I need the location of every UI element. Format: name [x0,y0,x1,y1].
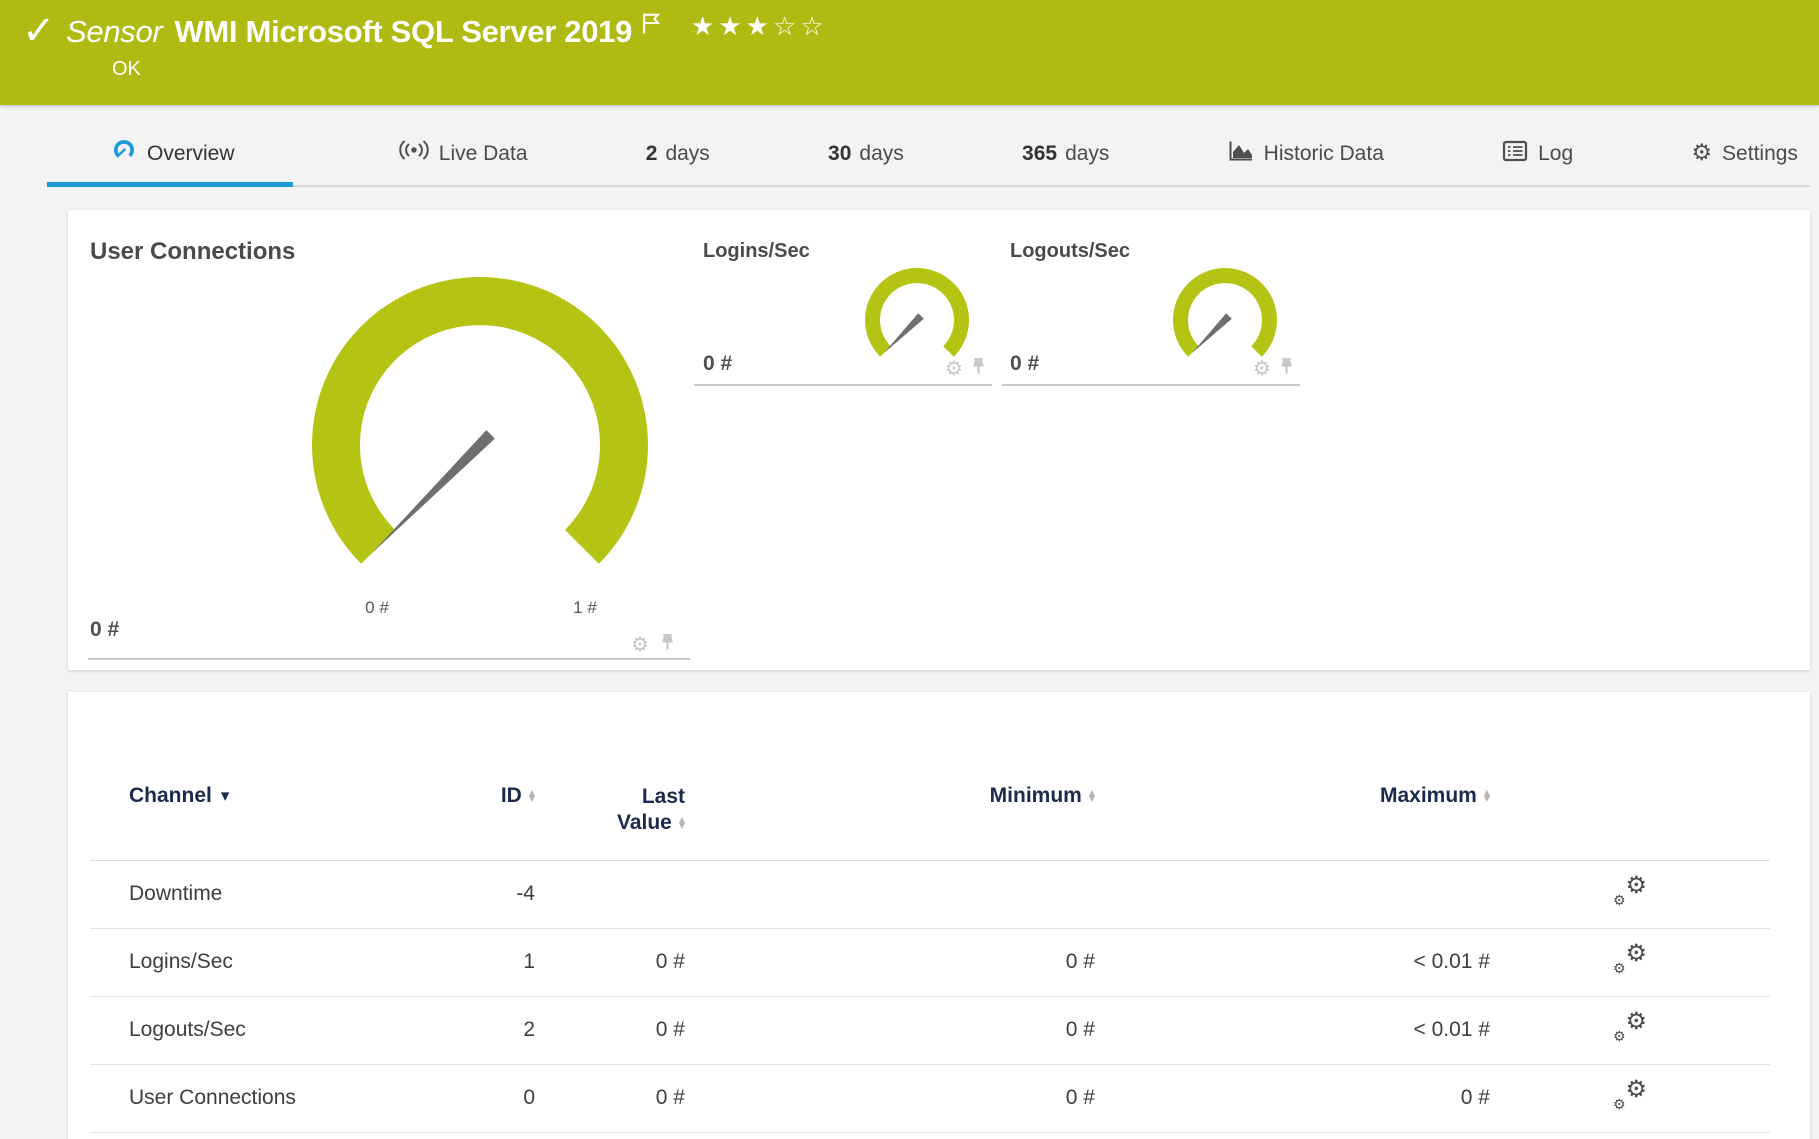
tab-2-days[interactable]: 2 days [634,122,722,185]
channel-name[interactable]: Logins/Sec [90,928,420,996]
widget-divider [694,384,992,386]
live-data-icon [399,139,429,168]
tab-number: 2 [645,141,658,165]
widget-gear-icon[interactable]: ⚙ [1253,358,1271,378]
table-row-user-connections: User Connections 0 0 # 0 # 0 # ⚙ ⚙ [90,1064,1770,1132]
tab-label: Log [1538,141,1574,165]
widget-pin-icon[interactable] [1279,358,1294,380]
user-connections-value: 0 # [90,618,120,641]
widget-divider [88,658,690,660]
sensor-header: ✓ Sensor WMI Microsoft SQL Server 2019 ★… [0,0,1819,105]
channel-settings-gears-icon[interactable]: ⚙ ⚙ [1613,1077,1647,1112]
gauge-needle [883,313,924,354]
user-connections-gauge [312,277,648,564]
tab-label: Live Data [438,141,528,165]
tab-label: Overview [147,141,235,165]
tab-number: 30 [828,141,852,165]
tab-bar: Overview Live Data 2 days 30 days 365 da… [47,122,1810,187]
sort-direction-caret-icon: ▾ [220,786,230,806]
logouts-gauge-title: Logouts/Sec [1010,240,1131,262]
channel-settings-gears-icon[interactable]: ⚙ ⚙ [1613,941,1647,976]
channel-minimum: 0 # [1065,1018,1095,1041]
column-header-id[interactable]: ID ▲ ▼ [420,780,535,860]
channel-maximum: < 0.01 # [1413,1018,1490,1041]
priority-flag-icon[interactable] [641,12,661,39]
channel-name[interactable]: User Connections [90,1064,420,1132]
channel-last-value: 0 # [655,1018,685,1041]
log-list-icon [1502,140,1528,168]
tab-30-days[interactable]: 30 days [816,122,916,185]
tab-historic-data[interactable]: Historic Data [1216,122,1396,185]
sort-arrows-icon: ▲ ▼ [528,787,535,803]
channel-id: 1 [523,950,535,973]
status-check-icon: ✓ [22,8,56,54]
widget-divider [1002,384,1300,386]
column-header-last-value[interactable]: Last Value ▲ ▼ [535,780,685,860]
tab-365-days[interactable]: 365 days [1010,122,1121,185]
channel-minimum [685,860,1095,928]
channel-settings-gears-icon[interactable]: ⚙ ⚙ [1613,1009,1647,1044]
logins-gauge-title: Logins/Sec [703,240,810,262]
channel-id: -4 [516,882,535,905]
channel-minimum: 0 # [1065,950,1095,973]
tab-label: Historic Data [1263,141,1384,165]
logins-value: 0 # [703,352,733,375]
historic-data-chart-icon [1228,140,1254,168]
widget-pin-icon[interactable] [971,358,986,380]
channel-id: 2 [523,1018,535,1041]
user-connections-gauge-title: User Connections [90,238,296,265]
sort-arrows-icon: ▲ ▼ [678,814,685,830]
channel-minimum: 0 # [1065,1086,1095,1109]
tab-settings[interactable]: ⚙ Settings [1679,122,1810,185]
table-header-row: Channel ▾ ID ▲ ▼ Last Value ▲ ▼ Minimum ▲ ▼ Max… [90,780,1770,860]
channel-maximum [1095,860,1490,928]
sensor-title-line: Sensor WMI Microsoft SQL Server 2019 ★★★… [66,10,828,54]
sensor-name: WMI Microsoft SQL Server 2019 [174,14,633,49]
channel-settings-gears-icon[interactable]: ⚙ ⚙ [1613,873,1647,908]
column-header-minimum[interactable]: Minimum ▲ ▼ [685,780,1095,860]
channels-table: Channel ▾ ID ▲ ▼ Last Value ▲ ▼ Minimum ▲ ▼ Max… [90,780,1770,1133]
priority-stars-rating[interactable]: ★★★☆☆ [691,12,828,42]
channel-maximum: < 0.01 # [1413,950,1490,973]
widget-gear-icon[interactable]: ⚙ [631,634,649,654]
table-row-logouts: Logouts/Sec 2 0 # 0 # < 0.01 # ⚙ ⚙ [90,996,1770,1064]
channels-panel: Channel ▾ ID ▲ ▼ Last Value ▲ ▼ Minimum ▲ ▼ Max… [68,692,1810,1139]
sensor-type-label: Sensor [66,14,163,49]
channel-last-value: 0 # [655,950,685,973]
channel-id: 0 [523,1086,535,1109]
channel-last-value: 0 # [655,1086,685,1109]
gauge-needle [1191,313,1232,354]
sensor-overview-page: ✓ Sensor WMI Microsoft SQL Server 2019 ★… [0,0,1819,1139]
tab-overview[interactable]: Overview [47,122,293,187]
channel-name[interactable]: Logouts/Sec [90,996,420,1064]
tab-log[interactable]: Log [1490,122,1585,185]
channel-name[interactable]: Downtime [90,860,420,928]
gauge-scale-min: 0 # [365,598,389,617]
tab-label: days [1065,141,1110,165]
gauges-panel: User Connections 0 # 1 # 0 # ⚙ Logins/Se… [68,210,1810,670]
widget-gear-icon[interactable]: ⚙ [945,358,963,378]
column-header-channel[interactable]: Channel ▾ [90,780,420,860]
gauge-needle [370,430,495,555]
column-header-actions [1490,780,1770,860]
gauge-scale-max: 1 # [573,598,597,617]
sort-arrows-icon: ▲ ▼ [1088,787,1095,803]
column-header-maximum[interactable]: Maximum ▲ ▼ [1095,780,1490,860]
tab-number: 365 [1022,141,1058,165]
logouts-value: 0 # [1010,352,1040,375]
widget-pin-icon[interactable] [660,634,675,656]
overview-gauge-icon [111,138,137,170]
sensor-status-text: OK [112,58,141,80]
settings-gear-icon: ⚙ [1691,140,1713,166]
sort-arrows-icon: ▲ ▼ [1483,787,1490,803]
tab-live-data[interactable]: Live Data [387,122,540,185]
tab-label: Settings [1722,141,1798,165]
channel-last-value [535,860,685,928]
channel-maximum: 0 # [1460,1086,1490,1109]
tab-label: days [859,141,904,165]
table-row-downtime: Downtime -4 ⚙ ⚙ [90,860,1770,928]
table-row-logins: Logins/Sec 1 0 # 0 # < 0.01 # ⚙ ⚙ [90,928,1770,996]
tab-label: days [665,141,710,165]
